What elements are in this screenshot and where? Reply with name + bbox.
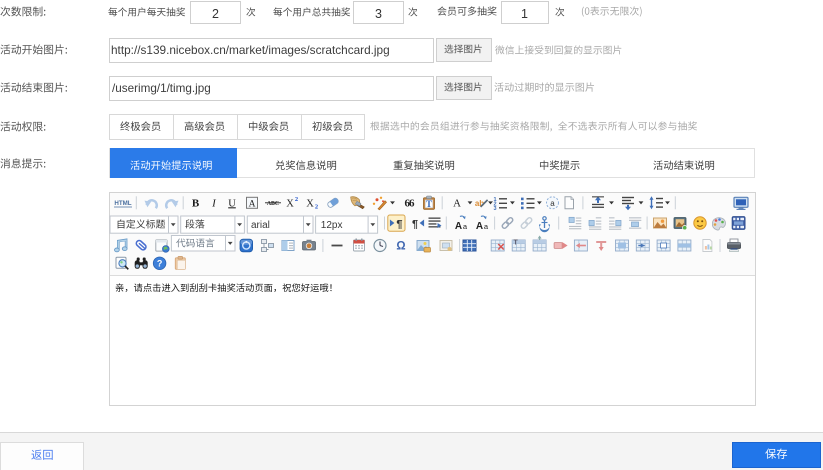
svg-text:66: 66 xyxy=(405,197,416,209)
svg-text:X: X xyxy=(286,198,294,209)
svg-text:ab: ab xyxy=(475,199,484,208)
svg-text:a: a xyxy=(463,222,468,231)
svg-text:B: B xyxy=(192,198,200,210)
svg-text:?: ? xyxy=(157,259,163,269)
svg-text:¶: ¶ xyxy=(396,219,402,231)
svg-text:X: X xyxy=(306,198,314,209)
svg-text:ABC: ABC xyxy=(267,201,279,207)
svg-text:a: a xyxy=(550,199,555,208)
svg-text:A: A xyxy=(249,199,256,209)
svg-text:a: a xyxy=(484,222,489,231)
svg-text:¶: ¶ xyxy=(412,219,418,231)
svg-text:A: A xyxy=(476,221,483,232)
svg-text:2: 2 xyxy=(295,196,298,203)
svg-text:A: A xyxy=(453,198,461,210)
svg-text:I: I xyxy=(211,198,217,210)
svg-text:2: 2 xyxy=(315,203,318,210)
svg-text:A: A xyxy=(455,221,462,232)
svg-text:U: U xyxy=(228,198,236,209)
svg-text:T: T xyxy=(514,240,519,247)
svg-text:T: T xyxy=(426,199,432,209)
svg-text:HTML: HTML xyxy=(114,200,131,207)
svg-text:Ω: Ω xyxy=(396,241,405,253)
svg-text:3: 3 xyxy=(494,206,497,212)
